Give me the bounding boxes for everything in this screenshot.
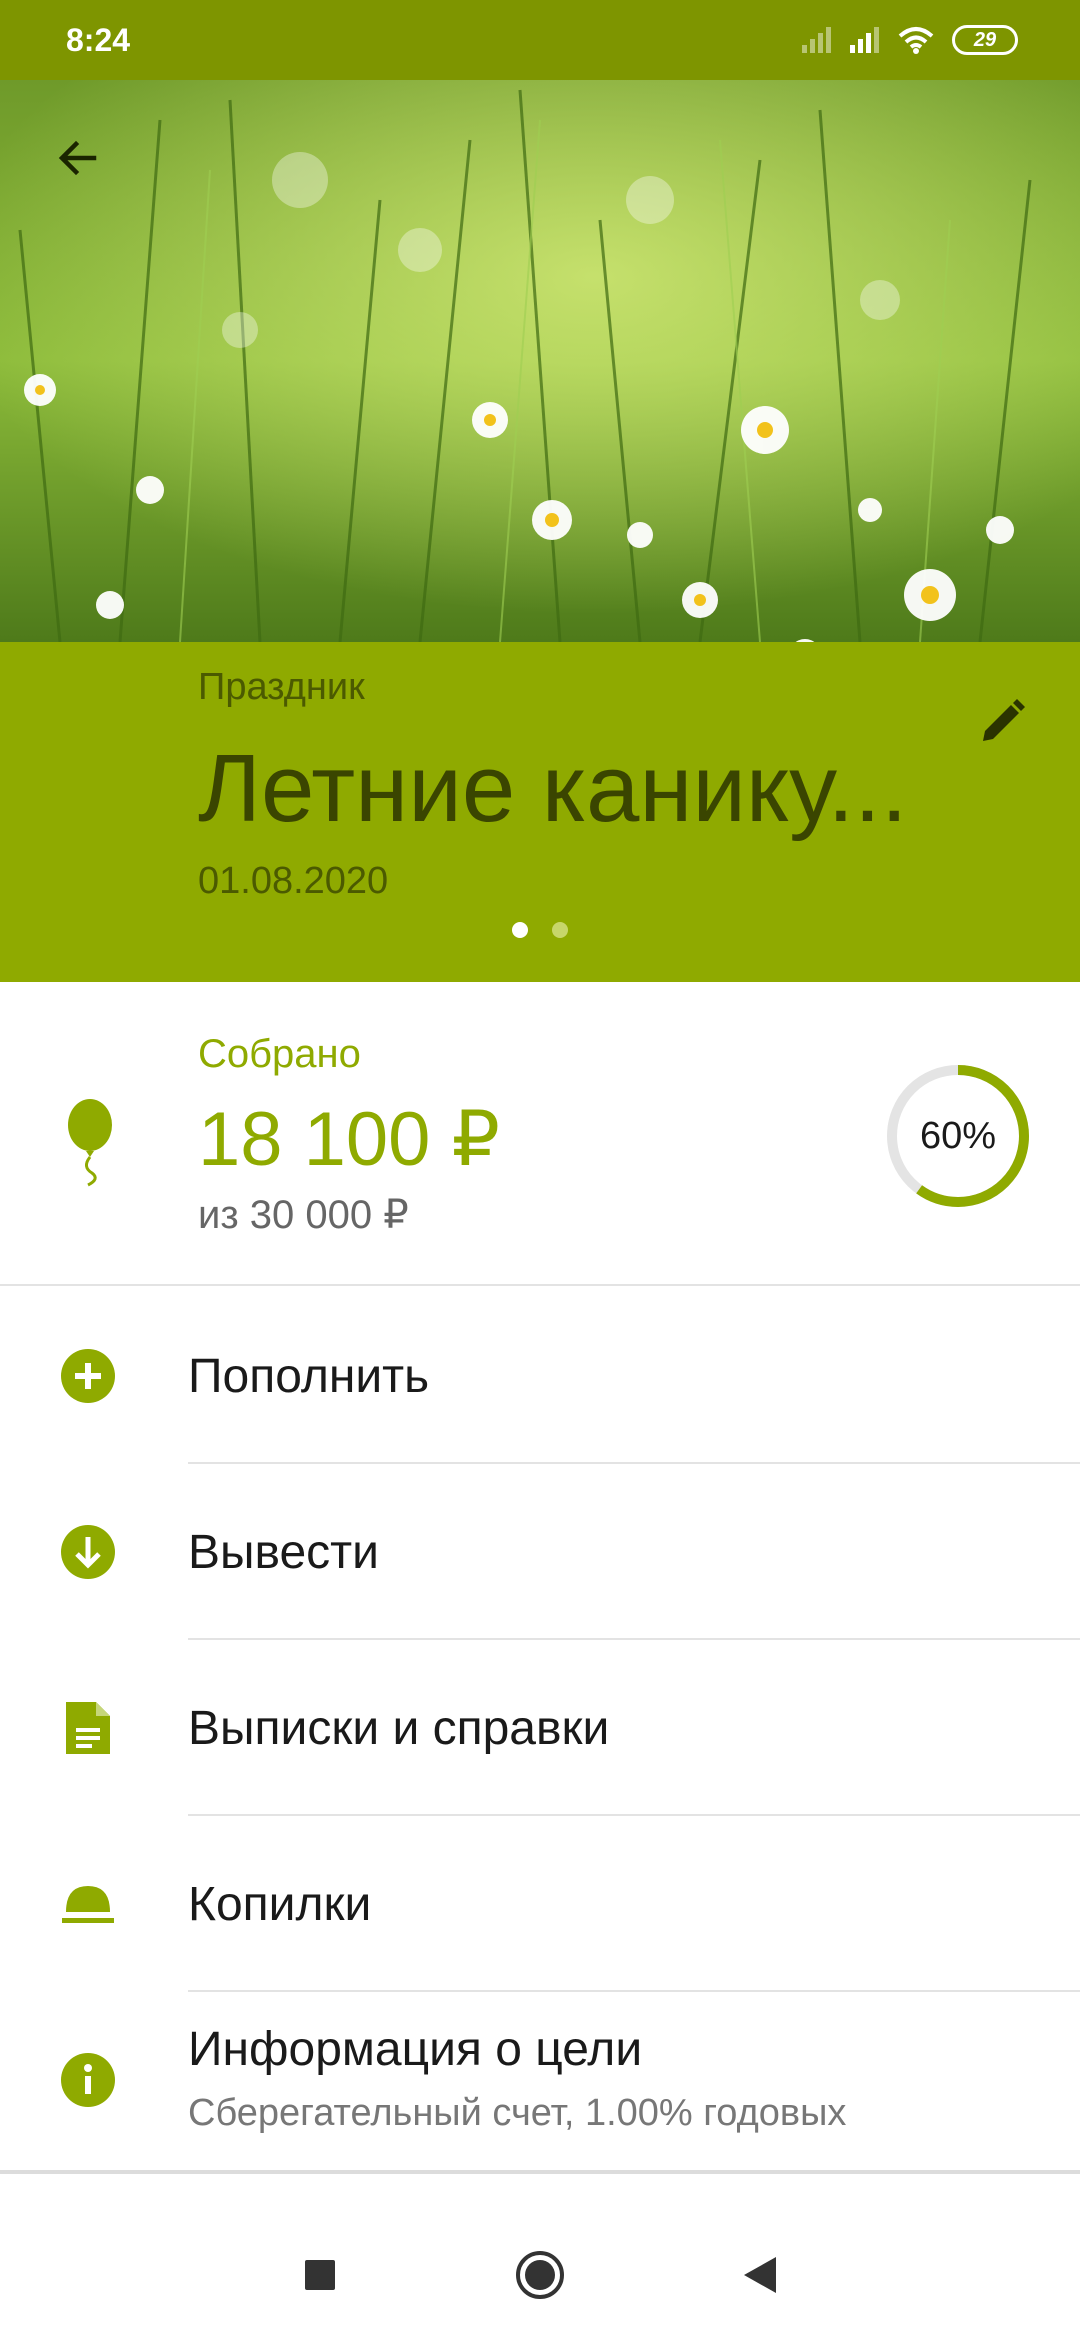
- arrow-left-icon: [58, 140, 97, 176]
- page-dot-active[interactable]: [512, 922, 528, 938]
- home-icon: [516, 2251, 564, 2299]
- balloon-icon: [60, 1097, 120, 1192]
- status-icons: 29: [802, 25, 1018, 55]
- collected-section: Собрано 18 100 ₽ из 30 000 ₽ 60%: [0, 982, 1080, 1286]
- goal-cover-image: [0, 80, 1080, 642]
- pencil-icon: [983, 699, 1025, 741]
- home-button[interactable]: [505, 2240, 575, 2310]
- menu-item-label: Вывести: [188, 1525, 379, 1579]
- menu-item-label: Пополнить: [188, 1349, 430, 1403]
- page-dot[interactable]: [552, 922, 568, 938]
- system-nav-bar: [0, 2210, 1080, 2340]
- piggy-dome-icon: [58, 1874, 118, 1934]
- battery-icon: 29: [952, 25, 1018, 55]
- battery-level: 29: [973, 28, 997, 51]
- wifi-icon: [898, 27, 934, 54]
- goal-title: Летние канику...: [198, 735, 908, 842]
- menu-item-sublabel: Сберегательный счет, 1.00% годовых: [188, 2092, 847, 2134]
- menu-item-top-up[interactable]: Пополнить: [0, 1288, 1080, 1464]
- menu-item-statements[interactable]: Выписки и справки: [0, 1640, 1080, 1816]
- divider: [0, 2170, 1080, 2174]
- page-indicator: [0, 922, 1080, 938]
- plus-circle-icon: [58, 1346, 118, 1406]
- back-icon: [744, 2257, 776, 2293]
- status-bar: 8:24 29: [0, 0, 1080, 80]
- goal-date: 01.08.2020: [198, 860, 389, 902]
- menu-item-label: Копилки: [188, 1877, 372, 1931]
- signal-icon: [850, 27, 879, 53]
- recents-icon: [305, 2260, 335, 2290]
- menu-item-piggy-banks[interactable]: Копилки: [0, 1816, 1080, 1992]
- menu-item-label: Информация о цели: [188, 2023, 643, 2076]
- collected-label: Собрано: [198, 1032, 361, 1076]
- meadow-image: [0, 80, 1080, 642]
- signal-icon: [802, 27, 831, 53]
- back-nav-button[interactable]: [725, 2240, 795, 2310]
- collected-target: из 30 000 ₽: [198, 1193, 409, 1237]
- goal-header: Праздник Летние канику... 01.08.2020: [0, 642, 1080, 982]
- arrow-down-circle-icon: [58, 1522, 118, 1582]
- document-icon: [58, 1698, 118, 1758]
- status-time: 8:24: [66, 21, 131, 58]
- goal-actions-menu: Пополнить Вывести Выписки и справки Копи…: [0, 1288, 1080, 2168]
- progress-percent: 60%: [919, 1114, 997, 1157]
- menu-item-goal-info[interactable]: Информация о цели Сберегательный счет, 1…: [0, 1992, 1080, 2168]
- menu-item-withdraw[interactable]: Вывести: [0, 1464, 1080, 1640]
- goal-category: Праздник: [198, 666, 365, 708]
- collected-amount: 18 100 ₽: [198, 1097, 500, 1182]
- edit-button[interactable]: [970, 690, 1034, 754]
- info-icon: [58, 2050, 118, 2110]
- recents-button[interactable]: [285, 2240, 355, 2310]
- back-button[interactable]: [46, 126, 110, 190]
- menu-item-label: Выписки и справки: [188, 1701, 610, 1755]
